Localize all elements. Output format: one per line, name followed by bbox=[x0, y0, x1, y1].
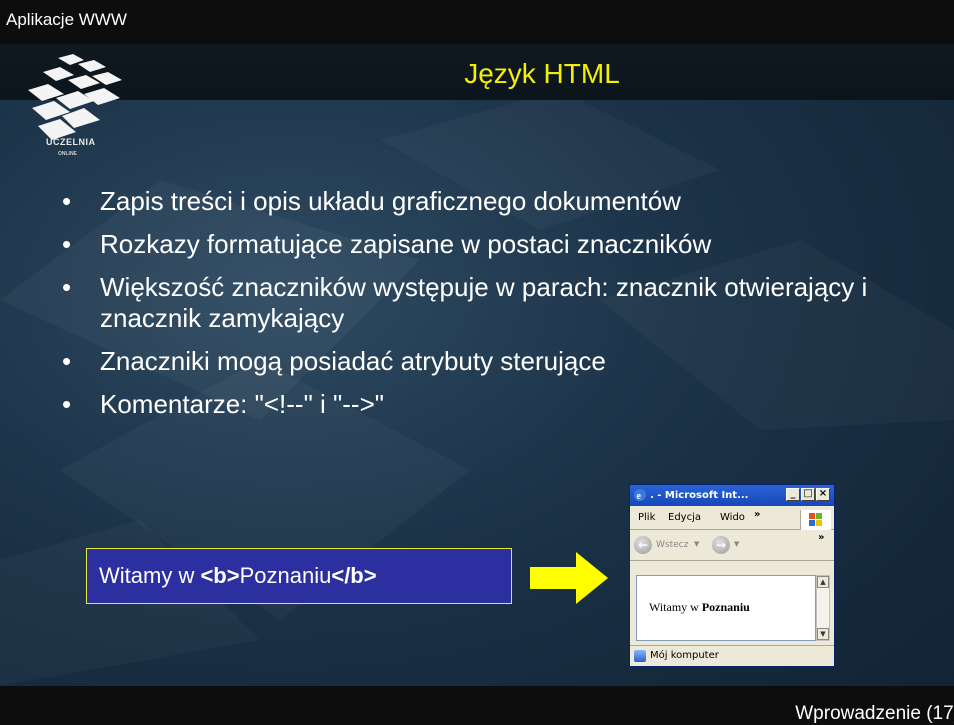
toolbar-overflow[interactable]: » bbox=[818, 532, 824, 543]
rendered-text: Witamy w Poznaniu bbox=[649, 600, 750, 615]
example-prefix: Witamy w bbox=[99, 563, 201, 588]
logo-text-uczelnia: UCZELNIA bbox=[46, 137, 96, 147]
forward-arrow-icon[interactable]: → bbox=[712, 536, 730, 554]
back-arrow-icon[interactable]: ← bbox=[634, 536, 652, 554]
bullet-item: Zapis treści i opis układu graficznego d… bbox=[62, 186, 912, 217]
browser-status-bar: Mój komputer bbox=[630, 645, 834, 667]
slide: Aplikacje WWW Język HTML UCZELNIA ONLINE… bbox=[0, 0, 954, 725]
computer-icon bbox=[634, 650, 646, 662]
menu-plik[interactable]: Plik bbox=[638, 512, 655, 523]
rendered-bold: Poznaniu bbox=[701, 600, 750, 614]
browser-content: Witamy w Poznaniu bbox=[636, 575, 816, 641]
minimize-button[interactable]: _ bbox=[786, 488, 800, 501]
example-close-tag: </b> bbox=[331, 563, 377, 588]
bullet-item: Rozkazy formatujące zapisane w postaci z… bbox=[62, 229, 912, 260]
svg-text:e: e bbox=[637, 491, 642, 502]
html-example-box: Witamy w <b>Poznaniu</b> bbox=[86, 548, 512, 604]
browser-toolbar: ← Wstecz ▼ → ▼ » bbox=[630, 530, 834, 561]
logo-text-online: ONLINE bbox=[58, 151, 77, 157]
status-text: Mój komputer bbox=[650, 650, 719, 661]
rendered-prefix: Witamy w bbox=[649, 600, 702, 614]
footer-label: Wprowadzenie (17) bbox=[795, 703, 954, 724]
forward-dropdown-icon[interactable]: ▼ bbox=[734, 540, 739, 548]
browser-title: . - Microsoft Int... bbox=[650, 490, 749, 501]
menu-overflow[interactable]: » bbox=[754, 509, 760, 520]
ie-icon: e bbox=[634, 489, 646, 502]
maximize-button[interactable]: □ bbox=[801, 488, 815, 501]
browser-title-bar[interactable]: e . - Microsoft Int... _ □ × bbox=[630, 485, 834, 506]
windows-logo-icon bbox=[800, 510, 831, 530]
menu-edycja[interactable]: Edycja bbox=[668, 512, 701, 523]
back-dropdown-icon[interactable]: ▼ bbox=[694, 540, 699, 548]
bullet-item: Większość znaczników występuje w parach:… bbox=[62, 272, 912, 334]
bullet-list: Zapis treści i opis układu graficznego d… bbox=[62, 186, 912, 432]
app-title: Aplikacje WWW bbox=[6, 10, 127, 29]
example-word: Poznaniu bbox=[239, 563, 332, 588]
scroll-up-icon[interactable]: ▲ bbox=[817, 576, 829, 588]
bullet-item: Komentarze: "<!--" i "-->" bbox=[62, 389, 912, 420]
arrow-right-icon bbox=[530, 552, 608, 604]
example-open-tag: <b> bbox=[200, 563, 240, 588]
close-button[interactable]: × bbox=[816, 488, 830, 501]
bullet-item: Znaczniki mogą posiadać atrybuty sterują… bbox=[62, 346, 912, 377]
slide-title: Język HTML bbox=[464, 58, 620, 89]
browser-window: e . - Microsoft Int... _ □ × Plik Edycja… bbox=[629, 484, 835, 667]
vertical-scrollbar[interactable]: ▲ ▼ bbox=[816, 575, 830, 641]
back-label[interactable]: Wstecz bbox=[656, 540, 688, 550]
menu-widok[interactable]: Wido bbox=[720, 512, 745, 523]
top-bar: Aplikacje WWW bbox=[0, 0, 954, 44]
scroll-down-icon[interactable]: ▼ bbox=[817, 628, 829, 640]
